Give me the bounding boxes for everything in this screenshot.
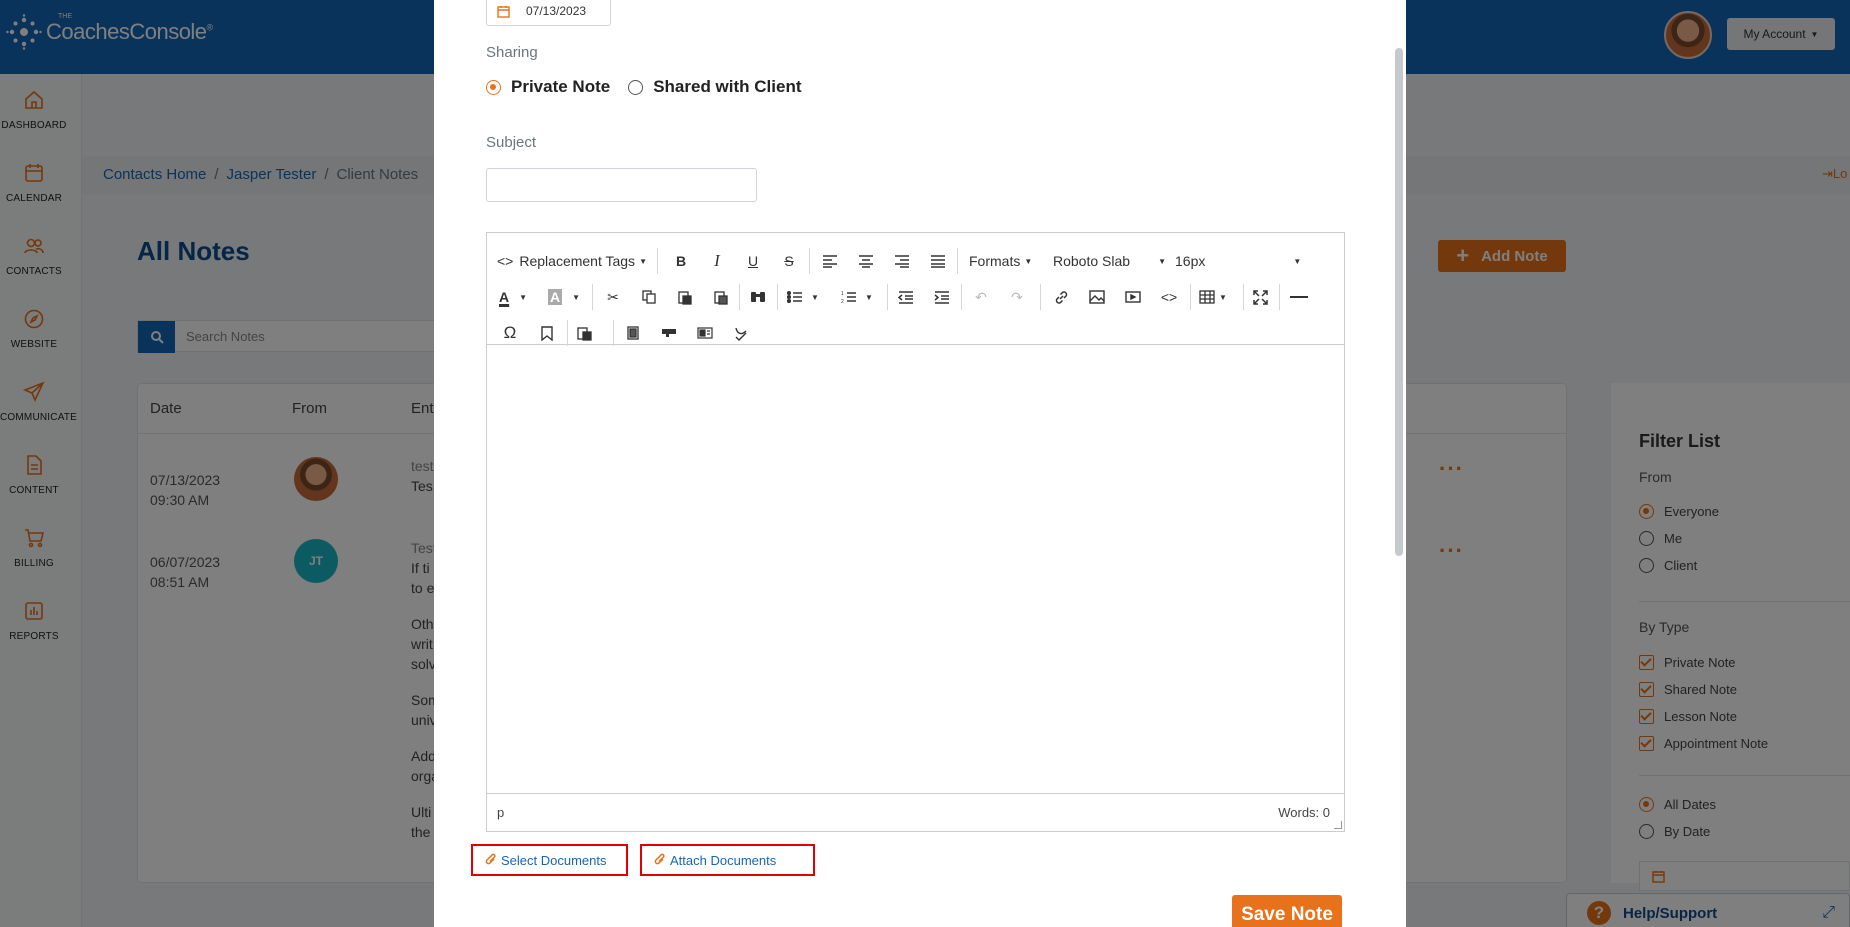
source-code-icon[interactable]: <> <box>1158 285 1180 309</box>
toolbar-separator <box>809 248 810 274</box>
editor-toolbar: <> Replacement Tags ▼ B I U S Formats ▼ … <box>487 233 1344 346</box>
select-documents-link[interactable]: Select Documents <box>471 844 628 876</box>
attach-documents-link[interactable]: Attach Documents <box>640 844 815 876</box>
note-date-field[interactable]: 07/13/2023 <box>486 0 611 26</box>
shared-with-client-radio[interactable] <box>628 79 644 95</box>
modal-scrollbar[interactable] <box>1395 48 1403 556</box>
template-icon[interactable] <box>622 321 644 345</box>
calendar-icon <box>497 5 510 18</box>
align-right-icon[interactable] <box>891 249 913 273</box>
toolbar-separator <box>657 248 658 274</box>
save-note-button[interactable]: Save Note <box>1232 895 1342 927</box>
cut-icon[interactable]: ✂ <box>602 285 624 309</box>
toolbar-separator <box>739 284 740 310</box>
subject-input[interactable] <box>486 168 757 202</box>
select-documents-label: Select Documents <box>501 852 607 868</box>
toolbar-separator <box>887 284 888 310</box>
bold-icon[interactable]: B <box>670 249 692 273</box>
font-family-value: Roboto Slab <box>1053 253 1131 269</box>
caret-down-icon: ▼ <box>1158 256 1166 266</box>
block-icon[interactable] <box>658 321 680 345</box>
copy-icon[interactable] <box>638 285 660 309</box>
toolbar-separator <box>1279 284 1280 310</box>
underline-icon[interactable]: U <box>742 249 764 273</box>
replacement-tags-menu[interactable]: <> Replacement Tags ▼ <box>497 249 647 273</box>
special-character-icon[interactable]: Ω <box>499 321 521 345</box>
sharing-options: Private Note Shared with Client <box>486 77 802 97</box>
resize-handle-icon[interactable] <box>1334 821 1342 829</box>
paste-icon[interactable] <box>674 285 696 309</box>
find-replace-icon[interactable] <box>747 285 769 309</box>
align-center-icon[interactable] <box>855 249 877 273</box>
toolbar-separator <box>567 320 568 346</box>
fullscreen-icon[interactable] <box>1249 285 1271 309</box>
note-date-value: 07/13/2023 <box>526 4 587 18</box>
background-color-glyph: A <box>548 289 563 305</box>
font-size-value: 16px <box>1175 253 1206 269</box>
rich-text-editor: <> Replacement Tags ▼ B I U S Formats ▼ … <box>486 232 1345 832</box>
subject-label: Subject <box>486 134 537 151</box>
caret-down-icon: ▼ <box>1293 256 1302 266</box>
replacement-tags-label: Replacement Tags <box>519 253 636 269</box>
align-justify-icon[interactable] <box>927 249 949 273</box>
svg-text:1: 1 <box>841 291 844 297</box>
editor-statusbar: p Words: 0 <box>487 793 1344 831</box>
background-color-icon[interactable]: A ▼ <box>548 285 580 309</box>
text-color-glyph: A <box>499 289 510 305</box>
spellcheck-icon[interactable] <box>730 321 752 345</box>
toolbar-separator <box>957 248 958 274</box>
shared-with-client-label[interactable]: Shared with Client <box>653 77 801 97</box>
sharing-label: Sharing <box>486 44 538 61</box>
caret-down-icon: ▼ <box>811 292 819 302</box>
caret-down-icon: ▼ <box>519 292 528 302</box>
bullet-list-icon[interactable]: ▼ <box>787 285 819 309</box>
toolbar-separator <box>777 284 778 310</box>
private-note-radio[interactable] <box>486 79 501 95</box>
paperclip-icon <box>485 853 496 865</box>
toolbar-separator <box>1243 284 1244 310</box>
svg-text:2: 2 <box>841 299 844 304</box>
link-icon[interactable] <box>1050 285 1072 309</box>
numbered-list-icon[interactable]: 1 2 ▼ <box>841 285 873 309</box>
editor-content-area[interactable] <box>487 345 1344 793</box>
italic-icon[interactable]: I <box>706 249 728 273</box>
formats-label: Formats <box>969 253 1021 269</box>
caret-down-icon: ▼ <box>572 292 581 302</box>
align-left-icon[interactable] <box>819 249 841 273</box>
word-count: Words: 0 <box>1278 805 1330 820</box>
layout-icon[interactable] <box>694 321 716 345</box>
toolbar-separator <box>1190 284 1191 310</box>
text-color-icon[interactable]: A ▼ <box>499 285 527 309</box>
image-icon[interactable] <box>1086 285 1108 309</box>
undo-icon[interactable]: ↶ <box>970 285 992 309</box>
caret-down-icon: ▼ <box>865 292 873 302</box>
bookmark-icon[interactable] <box>536 321 558 345</box>
paste-word-icon[interactable] <box>573 321 595 345</box>
element-path[interactable]: p <box>497 805 504 820</box>
caret-down-icon: ▼ <box>1219 292 1227 302</box>
attach-documents-label: Attach Documents <box>670 852 777 868</box>
toolbar-separator <box>1040 284 1041 310</box>
paste-text-icon[interactable] <box>710 285 732 309</box>
redo-icon[interactable]: ↷ <box>1006 285 1028 309</box>
font-size-dropdown[interactable]: 16px ▼ <box>1175 249 1301 273</box>
table-icon[interactable]: ▼ <box>1199 285 1227 309</box>
toolbar-separator <box>961 284 962 310</box>
private-note-label[interactable]: Private Note <box>511 77 610 97</box>
toolbar-separator <box>592 284 593 310</box>
caret-down-icon: ▼ <box>639 256 647 266</box>
formats-dropdown[interactable]: Formats ▼ <box>969 249 1032 273</box>
outdent-icon[interactable] <box>895 285 917 309</box>
strikethrough-icon[interactable]: S <box>778 249 800 273</box>
media-icon[interactable] <box>1122 285 1144 309</box>
horizontal-line-icon[interactable] <box>1287 285 1311 309</box>
font-family-dropdown[interactable]: Roboto Slab ▼ <box>1053 249 1166 273</box>
toolbar-separator <box>613 320 614 346</box>
caret-down-icon: ▼ <box>1024 256 1033 266</box>
paperclip-icon <box>654 853 665 865</box>
code-icon: <> <box>497 253 514 269</box>
indent-icon[interactable] <box>931 285 953 309</box>
